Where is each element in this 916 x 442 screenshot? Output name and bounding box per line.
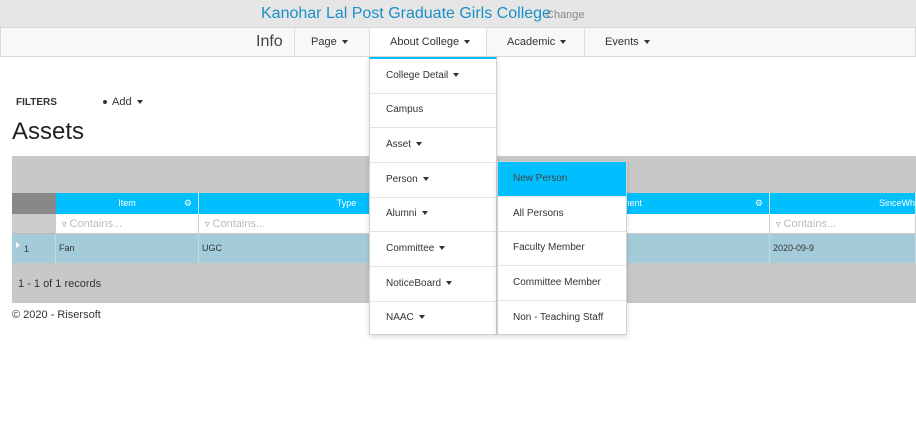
menu-item-label: Alumni bbox=[386, 208, 417, 219]
menu-item-naac[interactable]: NAAC bbox=[370, 301, 496, 336]
column-header-label: Item bbox=[118, 198, 136, 208]
menu-item-college-detail[interactable]: College Detail bbox=[370, 59, 496, 94]
page-title: Assets bbox=[12, 118, 85, 145]
menu-item-label: Campus bbox=[386, 104, 424, 115]
item-cell: Fan bbox=[56, 234, 199, 263]
caret-down-icon bbox=[464, 40, 471, 45]
submenu-item-new-person[interactable]: New Person bbox=[498, 162, 626, 197]
item-filter-input[interactable]: ▿ Contains... bbox=[56, 214, 199, 234]
menu-item-person[interactable]: Person bbox=[370, 163, 496, 198]
college-name-link[interactable]: Kanohar Lal Post Graduate Girls College bbox=[261, 5, 551, 23]
menu-item-label: NAAC bbox=[386, 312, 414, 323]
menu-item-label: Committee bbox=[386, 243, 435, 254]
caret-down-icon bbox=[446, 281, 453, 286]
filter-icon: ▿ bbox=[205, 219, 210, 229]
footer-copyright: © 2020 - Risersoft bbox=[12, 309, 101, 321]
since-when-filter-input[interactable]: ▿ Contains... bbox=[770, 214, 916, 234]
caret-down-icon bbox=[643, 40, 650, 45]
menu-item-label: NoticeBoard bbox=[386, 278, 442, 289]
nav-item-events[interactable]: Events bbox=[584, 28, 669, 56]
menu-item-label: Person bbox=[386, 174, 418, 185]
row-number: 1 bbox=[24, 244, 30, 254]
about-college-dropdown: College Detail Campus Asset Person Alumn… bbox=[369, 57, 497, 335]
submenu-item-all-persons[interactable]: All Persons bbox=[498, 197, 626, 232]
top-title-bar: Kanohar Lal Post Graduate Girls College … bbox=[0, 0, 916, 27]
caret-down-icon bbox=[422, 177, 429, 182]
filter-placeholder: Contains... bbox=[69, 218, 123, 230]
column-header-label: Type bbox=[336, 198, 357, 208]
change-college-link[interactable]: Change bbox=[546, 9, 585, 21]
column-header-label: SinceWh bbox=[878, 198, 915, 208]
record-count: 1 - 1 of 1 records bbox=[18, 278, 102, 290]
since-when-cell: 2020-09-9 bbox=[770, 234, 916, 263]
filter-placeholder: Contains... bbox=[212, 218, 266, 230]
filter-icon: ▿ bbox=[62, 219, 67, 229]
add-filter-button[interactable]: Add bbox=[103, 96, 143, 108]
filters-label: FILTERS bbox=[16, 97, 57, 108]
nav-item-academic[interactable]: Academic bbox=[486, 28, 584, 56]
submenu-item-non-teaching-staff[interactable]: Non - Teaching Staff bbox=[498, 301, 626, 336]
row-number-cell: 1 bbox=[12, 234, 56, 263]
main-navbar: Info Page About College Academic Events bbox=[0, 27, 916, 57]
caret-down-icon bbox=[439, 246, 446, 251]
submenu-item-committee-member[interactable]: Committee Member bbox=[498, 266, 626, 301]
nav-item-label: About College bbox=[390, 36, 460, 48]
nav-item-label: Events bbox=[605, 36, 639, 48]
column-header-since-when[interactable]: SinceWh bbox=[770, 193, 916, 214]
menu-item-campus[interactable]: Campus bbox=[370, 93, 496, 128]
menu-item-label: Asset bbox=[386, 139, 412, 150]
filter-placeholder: Contains... bbox=[783, 218, 837, 230]
submenu-item-faculty-member[interactable]: Faculty Member bbox=[498, 231, 626, 266]
nav-item-page[interactable]: Page bbox=[294, 28, 369, 56]
menu-item-asset[interactable]: Asset bbox=[370, 128, 496, 163]
gear-icon[interactable]: ⚙ bbox=[755, 193, 763, 214]
filter-row-corner bbox=[12, 214, 56, 234]
row-expand-icon[interactable] bbox=[16, 242, 20, 248]
filter-icon: ▿ bbox=[776, 219, 781, 229]
menu-item-alumni[interactable]: Alumni bbox=[370, 197, 496, 232]
bullet-icon bbox=[103, 100, 107, 105]
add-filter-label: Add bbox=[112, 96, 132, 108]
caret-down-icon bbox=[341, 40, 348, 45]
caret-down-icon bbox=[418, 315, 425, 320]
caret-down-icon bbox=[136, 100, 143, 105]
nav-item-about-college[interactable]: About College bbox=[369, 28, 486, 56]
caret-down-icon bbox=[421, 211, 428, 216]
caret-down-icon bbox=[560, 40, 567, 45]
caret-down-icon bbox=[453, 73, 460, 78]
navbar-brand[interactable]: Info bbox=[256, 33, 283, 51]
menu-item-noticeboard[interactable]: NoticeBoard bbox=[370, 267, 496, 302]
nav-item-label: Page bbox=[311, 36, 337, 48]
nav-item-label: Academic bbox=[507, 36, 556, 48]
menu-item-committee[interactable]: Committee bbox=[370, 232, 496, 267]
row-header-corner bbox=[12, 193, 56, 214]
person-submenu: New Person All Persons Faculty Member Co… bbox=[497, 161, 627, 335]
caret-down-icon bbox=[416, 142, 423, 147]
menu-item-label: College Detail bbox=[386, 70, 449, 81]
column-header-item[interactable]: Item ⚙ bbox=[56, 193, 199, 214]
gear-icon[interactable]: ⚙ bbox=[184, 193, 192, 214]
